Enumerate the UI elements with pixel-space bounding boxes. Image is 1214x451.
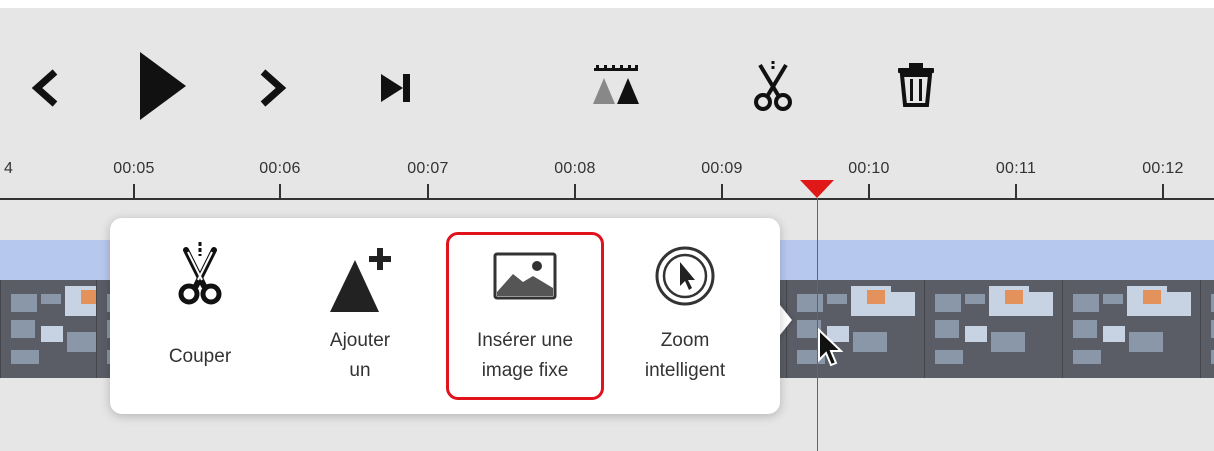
ruler-tick — [279, 184, 281, 198]
thumbnail-shape — [935, 320, 959, 338]
ruler-label: 00:10 — [848, 160, 890, 177]
thumbnail-shape — [827, 294, 847, 304]
thumbnail-shape — [891, 292, 915, 316]
split-clips-button[interactable] — [588, 58, 644, 114]
add-option-label-2: un — [349, 360, 371, 381]
thumbnail-shape — [1143, 290, 1161, 304]
ruler-label: 00:07 — [407, 160, 449, 177]
clip-thumbnail — [1062, 280, 1201, 378]
highlight-outline — [446, 232, 604, 400]
ruler-label: 00:11 — [995, 160, 1037, 177]
ruler-tick — [427, 184, 429, 198]
thumbnail-shape — [1073, 320, 1097, 338]
thumbnail-shape — [11, 350, 39, 364]
thumbnail-shape — [11, 320, 35, 338]
add-option-label-1: Ajouter — [329, 330, 391, 351]
ruler-tick — [133, 184, 135, 198]
ruler-tick — [574, 184, 576, 198]
playhead-marker[interactable] — [800, 180, 834, 198]
editor-window: 4 00:05 00:06 00:07 00:08 00:09 00:10 00… — [0, 8, 1214, 451]
clip-thumbnail — [924, 280, 1063, 378]
thumbnail-shape — [935, 294, 961, 312]
cursor-circle-icon — [655, 246, 715, 306]
cut-option-label: Couper — [168, 346, 232, 367]
ruler-tick — [721, 184, 723, 198]
ruler-label: 00:09 — [701, 160, 743, 177]
ruler-baseline — [0, 198, 1214, 200]
previous-button[interactable] — [20, 58, 70, 118]
cut-button[interactable] — [745, 56, 801, 116]
previous-icon — [31, 69, 58, 107]
ruler-label: 00:05 — [113, 160, 155, 177]
skip-to-end-icon — [381, 74, 410, 102]
playhead-line[interactable] — [817, 198, 818, 451]
add-option[interactable]: Ajouter un — [300, 218, 420, 414]
play-icon — [140, 52, 186, 120]
thumbnail-shape — [11, 294, 37, 312]
thumbnail-shape — [1073, 294, 1099, 312]
thumbnail-shape — [1103, 326, 1125, 342]
clip-thumbnail — [1200, 280, 1214, 378]
play-button[interactable] — [125, 46, 195, 126]
smart-zoom-option[interactable]: Zoom intelligent — [620, 218, 750, 414]
thumbnail-shape — [1073, 350, 1101, 364]
thumbnail-shape — [1129, 332, 1163, 352]
ruler-label: 00:06 — [259, 160, 301, 177]
cut-icon — [754, 61, 792, 111]
ruler-label: 00:12 — [1142, 160, 1184, 177]
thumbnail-shape — [41, 294, 61, 304]
clip-actions-popover: Couper Ajouter un Insérer une image fixe… — [110, 218, 780, 414]
next-button[interactable] — [248, 58, 298, 118]
thumbnail-shape — [1005, 290, 1023, 304]
ruler-label: 4 — [4, 160, 14, 177]
split-clips-icon — [593, 65, 639, 104]
scissors-icon — [178, 242, 222, 305]
ruler-label: 00:08 — [554, 160, 596, 177]
smart-zoom-label-2: intelligent — [644, 360, 726, 381]
thumbnail-shape — [1103, 294, 1123, 304]
ruler-tick — [1015, 184, 1017, 198]
thumbnail-shape — [965, 326, 987, 342]
clip-thumbnail — [786, 280, 925, 378]
next-icon — [260, 69, 287, 107]
trash-icon — [898, 63, 934, 107]
thumbnail-shape — [965, 294, 985, 304]
thumbnail-shape — [853, 332, 887, 352]
ruler-tick — [868, 184, 870, 198]
thumbnail-shape — [41, 326, 63, 342]
mouse-pointer-icon — [818, 328, 843, 367]
add-shape-icon — [330, 248, 391, 312]
ruler-tick — [1162, 184, 1164, 198]
thumbnail-shape — [991, 332, 1025, 352]
skip-to-end-button[interactable] — [370, 63, 420, 113]
trash-button[interactable] — [888, 56, 944, 112]
thumbnail-shape — [1029, 292, 1053, 316]
thumbnail-shape — [867, 290, 885, 304]
cut-option[interactable]: Couper — [140, 218, 260, 414]
thumbnail-shape — [797, 294, 823, 312]
thumbnail-shape — [1167, 292, 1191, 316]
smart-zoom-label-1: Zoom — [660, 330, 710, 351]
thumbnail-shape — [935, 350, 963, 364]
